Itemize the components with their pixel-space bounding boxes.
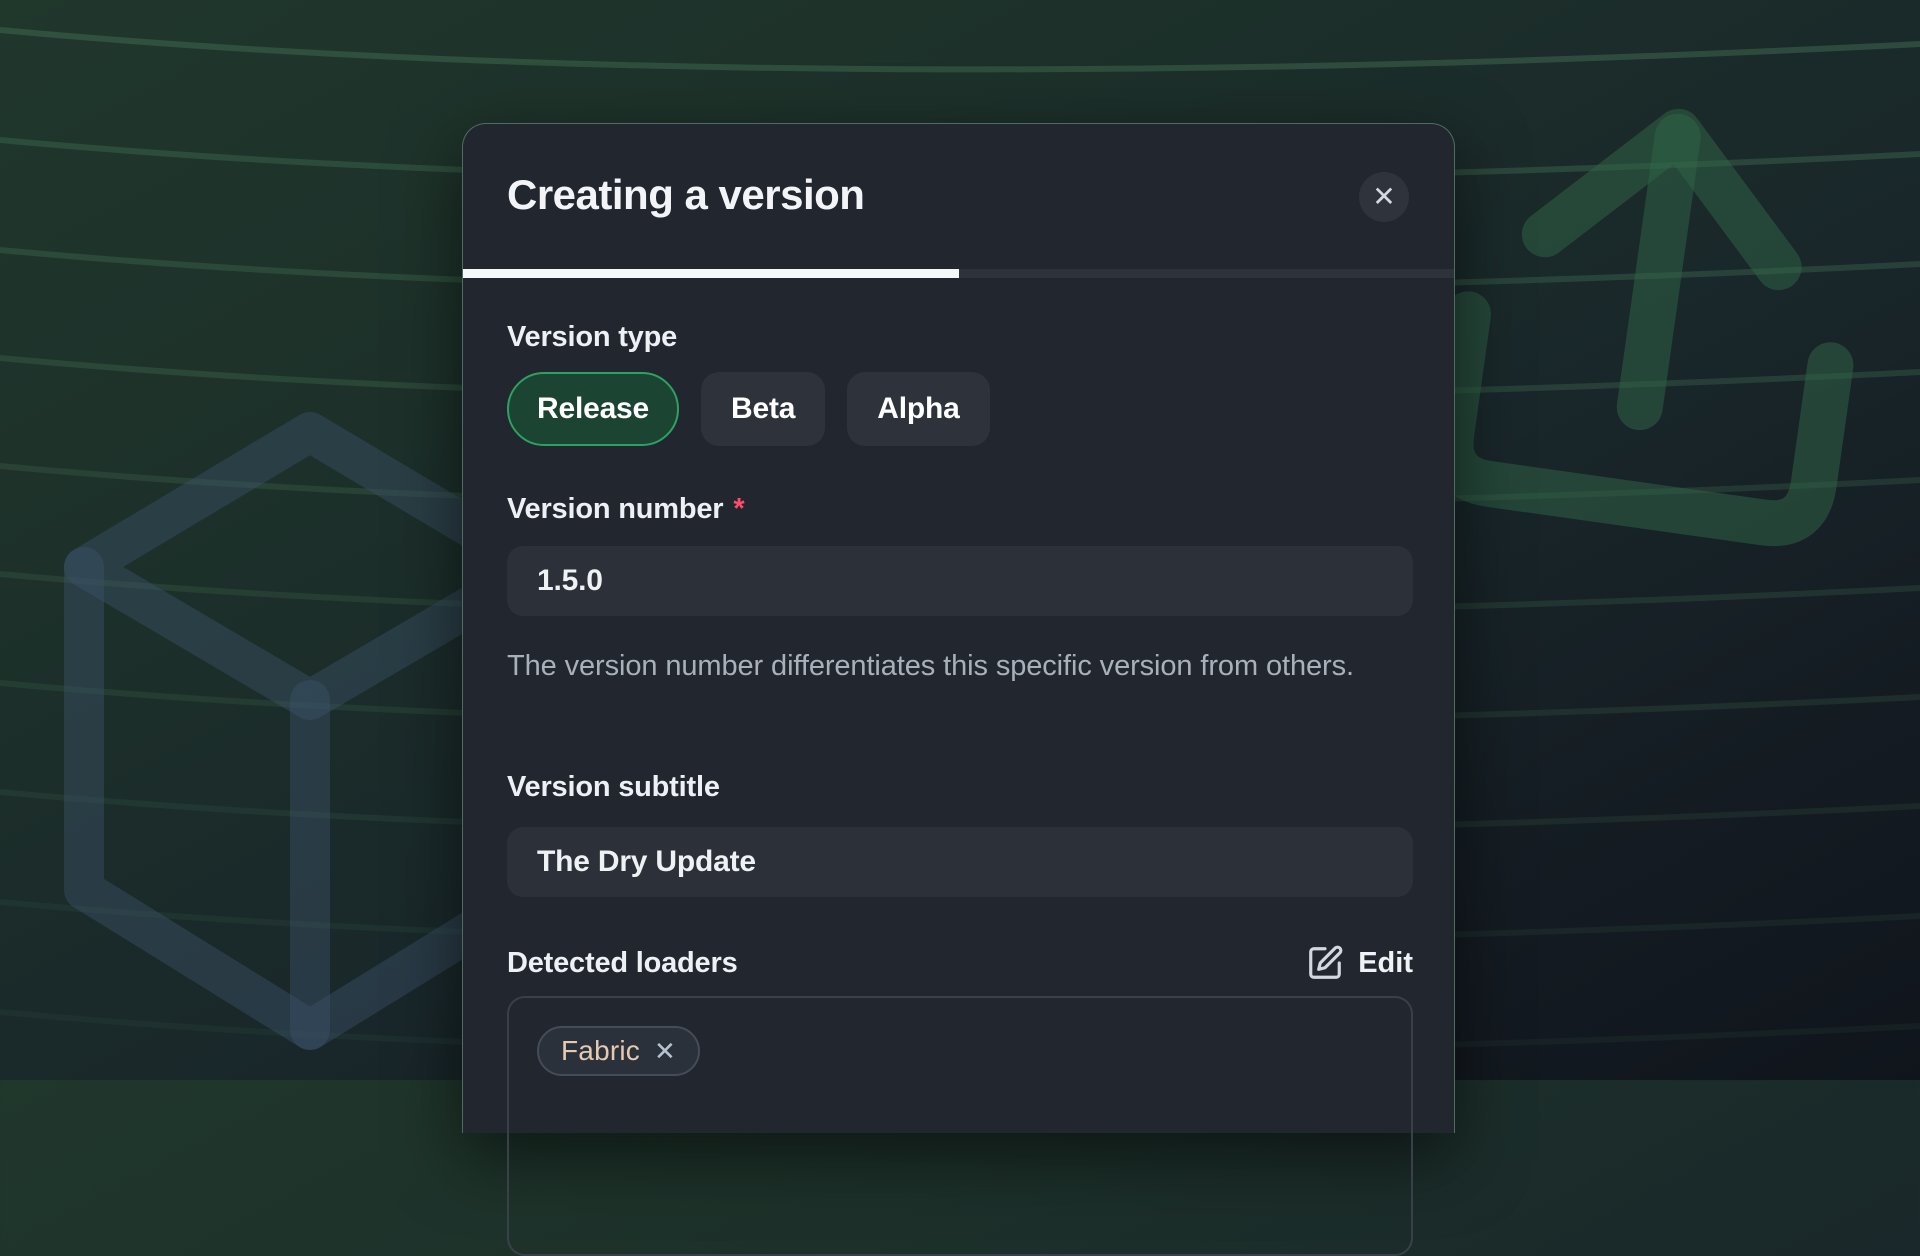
remove-loader-icon[interactable]: ✕: [654, 1038, 676, 1064]
close-icon: ✕: [1372, 183, 1395, 211]
loader-chip-fabric: Fabric ✕: [537, 1026, 700, 1076]
edit-pencil-icon: [1306, 944, 1344, 982]
version-type-label: Version type: [507, 320, 677, 354]
detected-loaders-label: Detected loaders: [507, 945, 738, 981]
detected-loaders-box: Fabric ✕: [507, 996, 1413, 1256]
edit-label: Edit: [1358, 947, 1413, 980]
version-number-label: Version number*: [507, 492, 744, 526]
detected-loaders-row: Detected loaders Edit: [507, 944, 1413, 982]
version-type-alpha-button[interactable]: Alpha: [847, 372, 989, 446]
modal-title: Creating a version: [507, 172, 864, 218]
create-version-modal: Creating a version ✕ Version type Releas…: [462, 123, 1455, 1133]
progress-bar: [463, 269, 1454, 278]
progress-bar-fill: [463, 269, 959, 278]
close-button[interactable]: ✕: [1359, 172, 1409, 222]
version-type-group: Release Beta Alpha: [507, 372, 990, 446]
loader-chip-label: Fabric: [561, 1035, 640, 1067]
version-subtitle-label: Version subtitle: [507, 770, 720, 804]
version-type-release-button[interactable]: Release: [507, 372, 679, 446]
version-type-beta-button[interactable]: Beta: [701, 372, 825, 446]
edit-loaders-button[interactable]: Edit: [1306, 944, 1413, 982]
version-number-help: The version number differentiates this s…: [507, 645, 1419, 688]
required-asterisk: *: [733, 493, 744, 525]
version-subtitle-input[interactable]: [507, 827, 1413, 897]
version-number-input[interactable]: [507, 546, 1413, 616]
